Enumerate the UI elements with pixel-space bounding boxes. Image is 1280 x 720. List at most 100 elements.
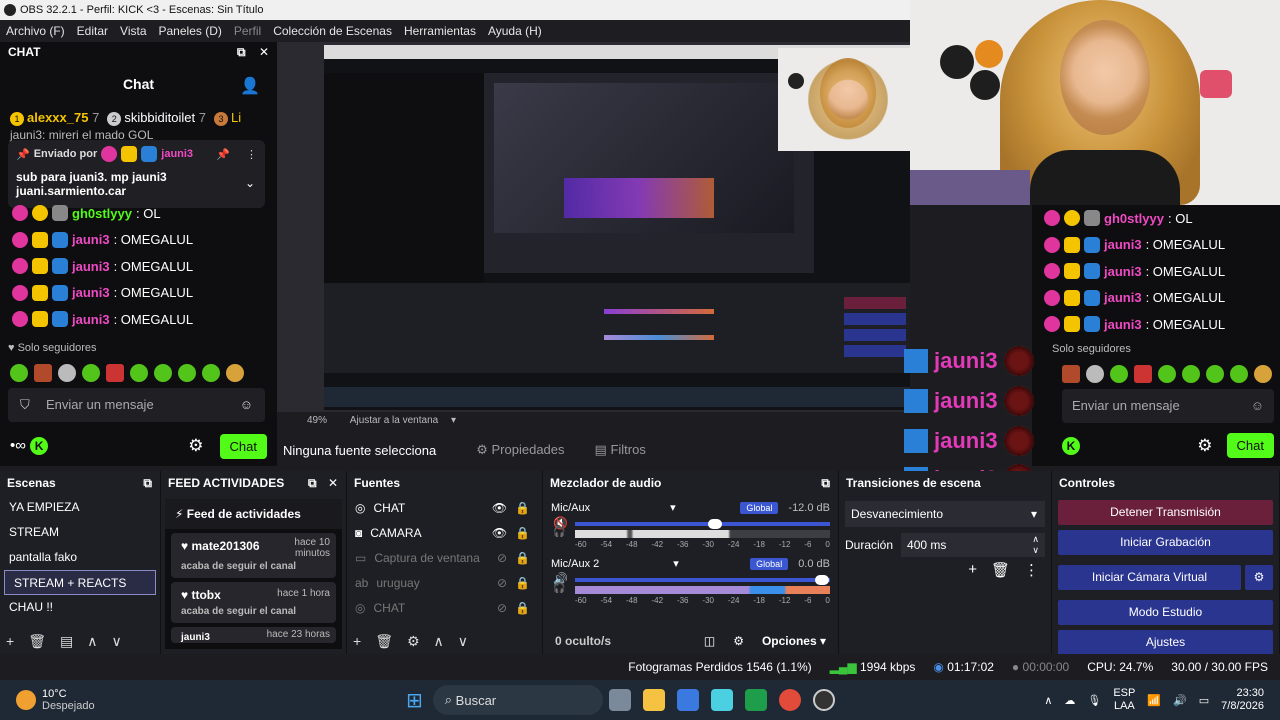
- layout-icon[interactable]: ◫: [704, 634, 715, 648]
- taskbar-search[interactable]: ⌕ Buscar: [432, 685, 603, 715]
- menu-tools[interactable]: Herramientas: [398, 20, 482, 42]
- emote-icon[interactable]: [226, 364, 244, 382]
- scene-item[interactable]: pantalla fako: [0, 545, 160, 570]
- source-item[interactable]: ◙ CAMARA 👁 🔒: [347, 520, 542, 545]
- start-recording-button[interactable]: Iniciar Grabación: [1058, 530, 1273, 555]
- transition-select[interactable]: Desvanecimiento ▾: [845, 501, 1045, 527]
- undock-icon[interactable]: ⧉: [237, 45, 246, 59]
- store-icon[interactable]: [676, 689, 699, 711]
- source-item[interactable]: ab uruguay ⊘ 🔒: [347, 570, 542, 595]
- virtual-camera-settings[interactable]: ⚙: [1245, 565, 1273, 590]
- lock-icon[interactable]: 🔒: [515, 551, 530, 565]
- emote-icon[interactable]: [178, 364, 196, 382]
- emote-icon[interactable]: [154, 364, 172, 382]
- menu-edit[interactable]: Editar: [71, 20, 114, 42]
- gear-icon[interactable]: ⚙: [188, 436, 203, 456]
- menu-help[interactable]: Ayuda (H): [482, 20, 548, 42]
- volume-slider[interactable]: 🔇: [553, 516, 830, 530]
- lock-icon[interactable]: 🔒: [515, 576, 530, 590]
- zoom-level[interactable]: 49%: [307, 415, 327, 426]
- settings-button[interactable]: Ajustes: [1058, 630, 1273, 655]
- emote-icon[interactable]: [130, 364, 148, 382]
- emote-icon[interactable]: [10, 364, 28, 382]
- scene-item-selected[interactable]: STREAM + REACTS: [4, 570, 156, 595]
- eye-off-icon[interactable]: ⊘: [497, 551, 507, 565]
- up-arrow-icon[interactable]: ∧: [87, 633, 97, 650]
- gifter-entry[interactable]: 1 alexxx_75 7: [10, 110, 99, 126]
- volume-icon[interactable]: 🔊: [1173, 694, 1187, 707]
- undock-icon[interactable]: ⧉: [308, 476, 317, 490]
- file-explorer-icon[interactable]: [642, 689, 665, 711]
- close-icon[interactable]: ✕: [328, 476, 338, 490]
- microphone-icon[interactable]: 🎙: [1087, 694, 1101, 707]
- add-icon[interactable]: +: [6, 633, 14, 650]
- up-arrow-icon[interactable]: ∧: [434, 633, 444, 650]
- menu-scene-collection[interactable]: Colección de Escenas: [267, 20, 398, 42]
- stepper-icon[interactable]: ∧ ∨: [1032, 534, 1039, 556]
- stop-streaming-button[interactable]: Detener Transmisión: [1058, 500, 1273, 525]
- excel-icon[interactable]: [744, 689, 767, 711]
- chrome-icon[interactable]: [778, 689, 801, 711]
- clock[interactable]: 23:30 7/8/2026: [1221, 687, 1264, 713]
- close-icon[interactable]: ✕: [259, 45, 269, 59]
- copilot-icon[interactable]: [710, 689, 733, 711]
- lock-icon[interactable]: 🔒: [515, 501, 530, 515]
- volume-slider[interactable]: 🔊: [553, 572, 830, 586]
- source-item[interactable]: ◎ CHAT ⊘ 🔒: [347, 595, 542, 620]
- users-icon[interactable]: 👤: [240, 76, 260, 96]
- eye-off-icon[interactable]: ⊘: [497, 601, 507, 615]
- wifi-icon[interactable]: 📶: [1147, 694, 1161, 707]
- chevron-down-icon[interactable]: ▾: [451, 415, 456, 426]
- eye-icon[interactable]: 👁: [492, 501, 507, 515]
- emote-icon[interactable]: [82, 364, 100, 382]
- headphones-icon[interactable]: 🎧: [553, 527, 565, 538]
- scene-item[interactable]: CHAU !!: [0, 595, 160, 620]
- task-view-icon[interactable]: [608, 689, 631, 711]
- emote-icon[interactable]: [202, 364, 220, 382]
- chevron-down-icon[interactable]: ▾: [670, 501, 676, 514]
- gifter-entry[interactable]: 2 skibbiditoilet 7: [107, 110, 206, 126]
- headphones-icon[interactable]: 🎧: [553, 583, 565, 594]
- weather-widget[interactable]: 10°C Despejado: [0, 688, 200, 712]
- studio-mode-button[interactable]: Modo Estudio: [1058, 600, 1273, 625]
- menu-view[interactable]: Vista: [114, 20, 152, 42]
- eye-icon[interactable]: 👁: [492, 526, 507, 540]
- chevron-up-icon[interactable]: ∧: [1044, 694, 1052, 707]
- duration-input[interactable]: 400 ms ∧ ∨: [901, 533, 1045, 557]
- emoji-icon[interactable]: ☺: [240, 388, 253, 422]
- emote-icon[interactable]: [34, 364, 52, 382]
- pinned-message[interactable]: 📌 Enviado por jauni3 📌 ⋮ sub para juani3…: [8, 140, 265, 208]
- cloud-icon[interactable]: ☁: [1064, 694, 1075, 707]
- unpin-icon[interactable]: 📌: [216, 148, 230, 161]
- emote-icon[interactable]: [106, 364, 124, 382]
- options-button[interactable]: Opciones ▾: [762, 634, 826, 648]
- start-virtual-camera-button[interactable]: Iniciar Cámara Virtual: [1058, 565, 1241, 590]
- language-indicator[interactable]: ESP LAA: [1113, 687, 1135, 713]
- chat-send-button[interactable]: Chat: [219, 433, 267, 459]
- scene-item[interactable]: YA EMPIEZA: [0, 495, 160, 520]
- gifter-entry[interactable]: 3 Li: [214, 110, 241, 126]
- filter-icon[interactable]: ▤: [60, 633, 73, 650]
- add-icon[interactable]: +: [353, 633, 361, 650]
- chevron-down-icon[interactable]: ⌄: [245, 176, 255, 190]
- menu-docks[interactable]: Paneles (D): [153, 20, 228, 42]
- eye-off-icon[interactable]: ⊘: [497, 576, 507, 590]
- undock-icon[interactable]: ⧉: [143, 471, 152, 495]
- trash-icon[interactable]: 🗑: [28, 633, 46, 650]
- more-options-icon[interactable]: ⋮: [246, 148, 257, 161]
- more-options-icon[interactable]: ⋮: [1024, 561, 1039, 579]
- scene-item[interactable]: STREAM: [0, 520, 160, 545]
- menu-profile[interactable]: Perfil: [228, 20, 267, 42]
- source-item[interactable]: ◎ CHAT 👁 🔒: [347, 495, 542, 520]
- start-icon[interactable]: ⊞: [406, 688, 423, 713]
- menu-file[interactable]: Archivo (F): [0, 20, 71, 42]
- battery-icon[interactable]: ▭: [1199, 694, 1209, 707]
- gear-icon[interactable]: ⚙: [407, 633, 420, 650]
- undock-icon[interactable]: ⧉: [821, 471, 830, 495]
- down-arrow-icon[interactable]: ∨: [111, 633, 121, 650]
- add-icon[interactable]: +: [968, 561, 977, 579]
- lock-icon[interactable]: 🔒: [515, 526, 530, 540]
- lock-icon[interactable]: 🔒: [515, 601, 530, 615]
- properties-button[interactable]: ⚙ Propiedades: [476, 442, 564, 458]
- filters-button[interactable]: ▤ Filtros: [595, 442, 646, 458]
